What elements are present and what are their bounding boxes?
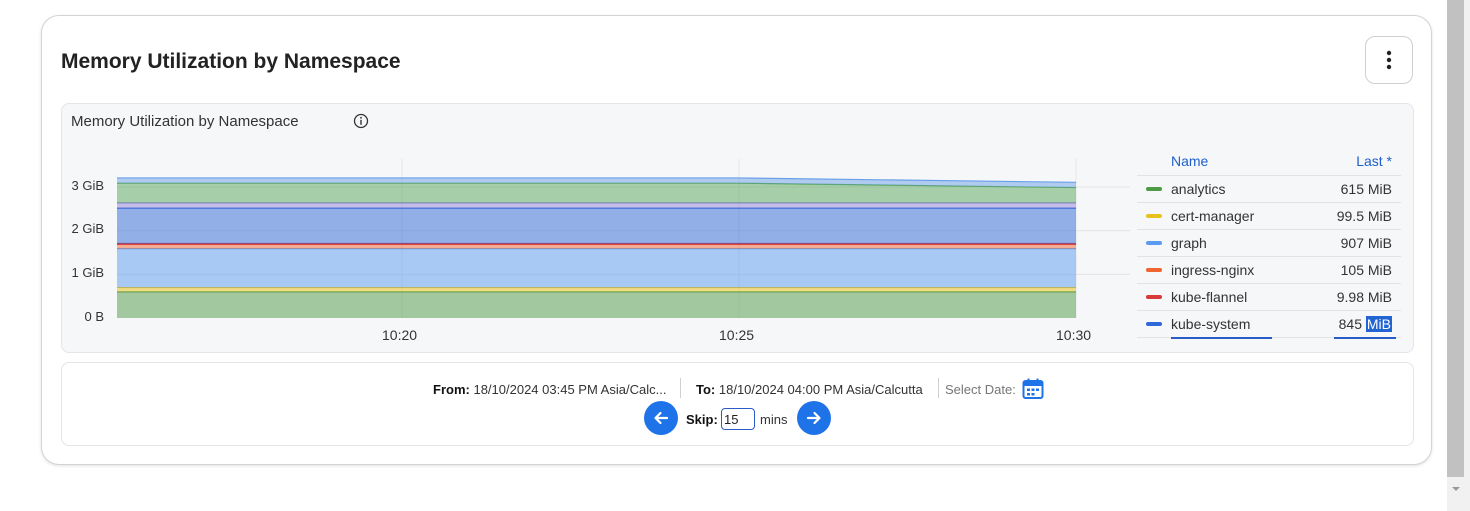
divider — [938, 378, 939, 398]
x-tick-label: 10:20 — [382, 327, 418, 343]
legend-name: analytics — [1171, 181, 1226, 197]
x-tick-label: 10:30 — [1056, 327, 1092, 343]
legend-row-graph[interactable]: graph 907 MiB — [1137, 230, 1401, 257]
skip-label: Skip: — [686, 412, 718, 427]
area-series-graph — [117, 248, 1076, 288]
legend-swatch — [1146, 241, 1162, 245]
legend-value: 615 MiB — [1340, 181, 1392, 197]
legend-row-kube-flannel[interactable]: kube-flannel 9.98 MiB — [1137, 284, 1401, 311]
calendar-icon[interactable] — [1021, 377, 1045, 401]
legend-row-analytics[interactable]: analytics 615 MiB — [1137, 176, 1401, 203]
legend-col-last[interactable]: Last * — [1356, 153, 1392, 170]
legend-header: Name Last * — [1137, 148, 1401, 176]
x-tick-label: 10:25 — [719, 327, 755, 343]
area-series-cert-manager — [117, 287, 1076, 292]
legend-swatch — [1146, 214, 1162, 218]
time-range-controls: From: 18/10/2024 03:45 PM Asia/Calc... T… — [61, 362, 1414, 446]
select-date-label: Select Date: — [945, 382, 1016, 397]
legend-row-kube-system[interactable]: kube-system 845 MiB — [1137, 311, 1401, 338]
arrow-left-icon — [654, 411, 669, 425]
legend-value: 907 MiB — [1340, 235, 1392, 251]
memory-utilization-card: Memory Utilization by Namespace Memory U… — [41, 15, 1432, 465]
to-range: To: 18/10/2024 04:00 PM Asia/Calcutta — [696, 382, 923, 397]
legend-name: kube-system — [1171, 316, 1251, 332]
legend-name: ingress-nginx — [1171, 262, 1255, 278]
scroll-down-arrow-icon[interactable] — [1451, 484, 1461, 494]
legend-scroll-indicator — [1171, 337, 1272, 339]
selected-text: MiB — [1365, 316, 1392, 332]
legend-table: Name Last * analytics 615 MiB cert-manag… — [1137, 148, 1401, 339]
area-series-ingress-nginx — [117, 244, 1076, 249]
skip-input[interactable] — [721, 408, 755, 430]
previous-range-button[interactable] — [644, 401, 678, 435]
divider — [680, 378, 681, 398]
area-series-analytics — [117, 291, 1076, 318]
next-range-button[interactable] — [797, 401, 831, 435]
legend-scroll-indicator — [1334, 337, 1396, 339]
legend-value: 105 MiB — [1340, 262, 1392, 278]
page-scrollbar-thumb[interactable] — [1447, 0, 1464, 477]
kebab-vertical-icon — [1386, 50, 1392, 70]
chart-panel: Memory Utilization by Namespace 3 GiB 2 … — [61, 103, 1414, 353]
legend-value: 845 MiB — [1338, 316, 1392, 332]
more-options-button[interactable] — [1365, 36, 1413, 84]
legend-swatch — [1146, 295, 1162, 299]
legend-value: 9.98 MiB — [1336, 289, 1392, 305]
legend-swatch — [1146, 268, 1162, 272]
area-series-series-6 — [117, 202, 1076, 209]
card-title: Memory Utilization by Namespace — [61, 50, 401, 73]
legend-swatch — [1146, 187, 1162, 191]
legend-name: kube-flannel — [1171, 289, 1248, 305]
skip-unit: mins — [760, 412, 788, 427]
legend-col-name[interactable]: Name — [1171, 153, 1208, 170]
arrow-right-icon — [806, 411, 821, 425]
from-range: From: 18/10/2024 03:45 PM Asia/Calc... — [433, 382, 667, 397]
legend-swatch — [1146, 322, 1162, 326]
legend-row-cert-manager[interactable]: cert-manager 99.5 MiB — [1137, 203, 1401, 230]
area-series-kube-system — [117, 208, 1076, 244]
legend-name: graph — [1171, 235, 1207, 251]
legend-value: 99.5 MiB — [1336, 208, 1392, 224]
legend-name: cert-manager — [1171, 208, 1255, 224]
legend-row-ingress-nginx[interactable]: ingress-nginx 105 MiB — [1137, 257, 1401, 284]
stacked-area-chart — [117, 159, 1130, 318]
